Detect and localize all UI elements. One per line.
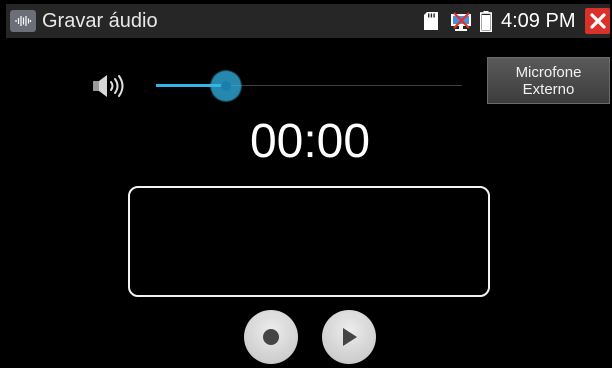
- clock: 4:09 PM: [501, 10, 576, 32]
- record-button[interactable]: [244, 310, 298, 364]
- mic-button-label-line1: Microfone: [515, 63, 582, 81]
- app-title: Gravar áudio: [42, 10, 158, 32]
- sd-card-icon: [424, 12, 438, 30]
- network-icon: [450, 12, 472, 31]
- mic-button-label-line2: Externo: [522, 80, 575, 98]
- close-button[interactable]: [585, 8, 610, 34]
- record-icon: [263, 329, 279, 345]
- battery-icon: [480, 11, 492, 33]
- audio-recorder-screen: Gravar áudio 4:09 PM Microfone Externo 0…: [6, 4, 610, 366]
- external-microphone-button[interactable]: Microfone Externo: [487, 57, 610, 104]
- waveform-panel: [128, 186, 490, 297]
- volume-slider[interactable]: [156, 70, 462, 102]
- waveform-icon: [10, 10, 36, 32]
- play-button[interactable]: [322, 310, 376, 364]
- play-icon: [343, 328, 357, 346]
- close-icon: [589, 13, 606, 29]
- recording-timer: 00:00: [249, 115, 371, 168]
- status-bar: Gravar áudio 4:09 PM: [6, 4, 610, 38]
- slider-thumb[interactable]: [211, 71, 241, 101]
- speaker-icon: [92, 73, 128, 99]
